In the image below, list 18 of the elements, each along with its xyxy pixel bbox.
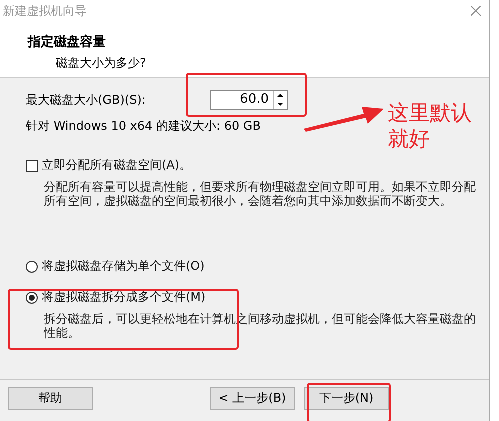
checkbox[interactable]: [26, 160, 38, 172]
radio-button[interactable]: [26, 292, 38, 304]
option-label[interactable]: 立即分配所有磁盘空间(A)。: [42, 157, 192, 174]
annotation-note: 这里默认就好: [388, 100, 473, 152]
back-button[interactable]: < 上一步(B): [210, 387, 295, 410]
window-title: 新建虚拟机向导: [3, 2, 87, 20]
page-title: 指定磁盘容量: [28, 34, 107, 51]
option-label[interactable]: 将虚拟磁盘拆分成多个文件(M): [42, 289, 206, 306]
next-button[interactable]: 下一步(N): [304, 387, 389, 410]
disk-size-label: 最大磁盘大小(GB)(S):: [26, 92, 147, 108]
option-description: 分配所有容量可以提高性能，但要求所有物理磁盘空间立即可用。如果不立即分配所有空间，虚拟磁盘的空间最初很小，会随着您向其中添加数据而不断变大。: [44, 180, 477, 208]
radio-button[interactable]: [26, 260, 38, 272]
option-label[interactable]: 将虚拟磁盘存储为单个文件(O): [42, 258, 205, 275]
page-subtitle: 磁盘大小为多少?: [56, 55, 148, 72]
close-icon[interactable]: [471, 6, 481, 16]
disk-size-spinner[interactable]: 60.0: [210, 90, 288, 110]
recommended-size-text: 针对 Windows 10 x64 的建议大小: 60 GB: [26, 118, 261, 135]
help-button[interactable]: 帮助: [8, 387, 93, 410]
